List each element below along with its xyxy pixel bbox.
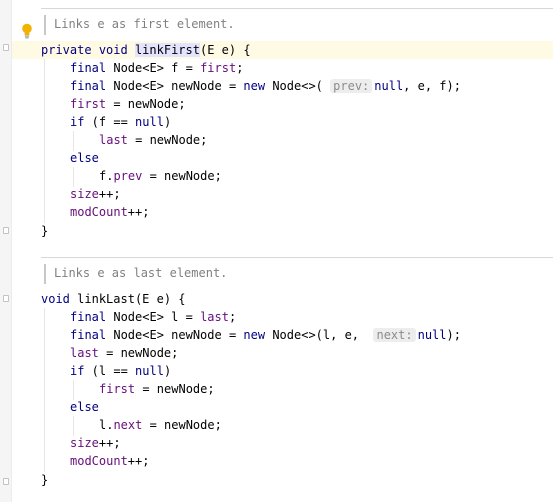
code-line[interactable]: modCount++; bbox=[70, 203, 149, 221]
doc-comment-text: Links e as first element. bbox=[54, 17, 235, 31]
code-line[interactable]: modCount++; bbox=[70, 452, 149, 470]
code-line[interactable]: else bbox=[70, 149, 99, 167]
editor-gutter bbox=[0, 0, 12, 502]
indent-guide bbox=[44, 59, 45, 223]
code-line[interactable]: first = newNode; bbox=[70, 95, 186, 113]
code-line[interactable]: else bbox=[70, 398, 99, 416]
doc-comment-text: Links e as last element. bbox=[54, 266, 228, 280]
method-name-link-last[interactable]: linkLast bbox=[77, 292, 135, 306]
code-line-close-brace[interactable]: } bbox=[41, 222, 48, 240]
code-line-close-brace[interactable]: } bbox=[41, 471, 48, 489]
fold-marker-icon[interactable] bbox=[3, 478, 9, 485]
code-line[interactable]: last = newNode; bbox=[99, 131, 207, 149]
code-line[interactable]: if (f == null) bbox=[70, 113, 171, 131]
parameter-hint: next: bbox=[373, 328, 416, 342]
code-line[interactable]: first = newNode; bbox=[99, 380, 215, 398]
lightbulb-icon[interactable] bbox=[21, 23, 33, 39]
code-line[interactable]: final Node<E> newNode = new Node<>( prev… bbox=[70, 77, 461, 95]
code-line[interactable]: f.prev = newNode; bbox=[99, 167, 222, 185]
code-line[interactable]: if (l == null) bbox=[70, 362, 171, 380]
indent-guide bbox=[73, 380, 74, 400]
code-line-signature[interactable]: private void linkFirst(E e) { bbox=[41, 41, 251, 59]
fold-marker-icon[interactable] bbox=[3, 227, 9, 234]
doc-comment: Links e as first element. bbox=[41, 8, 553, 41]
code-line[interactable]: size++; bbox=[70, 185, 121, 203]
indent-guide bbox=[44, 308, 45, 472]
parameter-hint: prev: bbox=[330, 79, 373, 93]
method-name-link-first[interactable]: linkFirst bbox=[134, 43, 200, 57]
indent-guide bbox=[73, 167, 74, 187]
code-line[interactable]: final Node<E> newNode = new Node<>(l, e,… bbox=[70, 326, 461, 344]
code-line[interactable]: final Node<E> l = last; bbox=[70, 308, 236, 326]
indent-guide bbox=[73, 131, 74, 151]
fold-marker-icon[interactable] bbox=[3, 44, 9, 51]
code-line[interactable]: l.next = newNode; bbox=[99, 416, 222, 434]
indent-guide bbox=[73, 416, 74, 436]
fold-marker-icon[interactable] bbox=[3, 295, 9, 302]
code-line-signature[interactable]: void linkLast(E e) { bbox=[41, 290, 186, 308]
code-line[interactable]: size++; bbox=[70, 434, 121, 452]
code-line[interactable]: last = newNode; bbox=[70, 344, 178, 362]
doc-comment: Links e as last element. bbox=[41, 257, 553, 290]
code-line[interactable]: final Node<E> f = first; bbox=[70, 59, 243, 77]
